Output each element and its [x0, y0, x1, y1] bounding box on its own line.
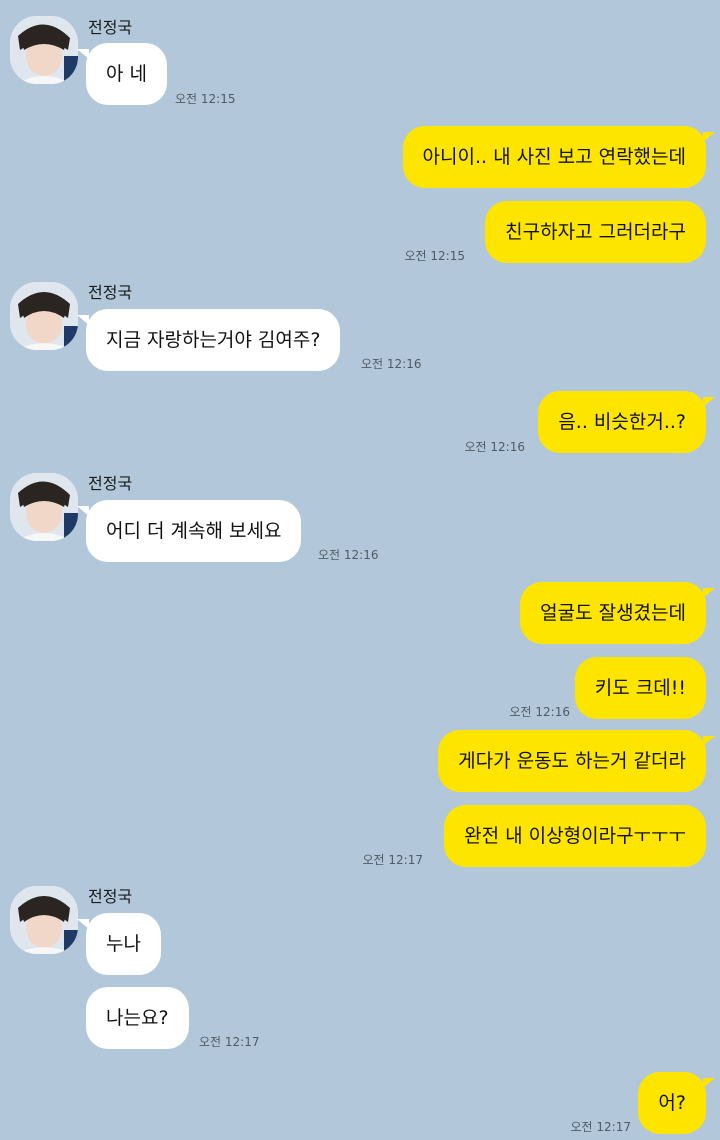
sender-name: 전정국 [88, 18, 133, 37]
message-time: 오전 12:17 [570, 1120, 631, 1134]
message-time: 오전 12:15 [404, 249, 465, 263]
message-bubble[interactable]: 아니이.. 내 사진 보고 연락했는데 [402, 126, 716, 188]
message-bubble[interactable]: 아 네 [77, 43, 167, 105]
message-time: 오전 12:17 [199, 1035, 260, 1049]
message-time: 오전 12:16 [318, 548, 379, 562]
sender-name: 전정국 [88, 283, 133, 302]
message-bubble[interactable]: 어? [638, 1072, 715, 1134]
message-time: 오전 12:17 [362, 853, 423, 867]
message-bubble[interactable]: 지금 자랑하는거야 김여주? [76, 309, 341, 371]
message-bubble[interactable]: 어디 더 계속해 보세요 [76, 500, 302, 562]
message-bubble[interactable]: 얼굴도 잘생겼는데 [520, 582, 715, 644]
message-bubble[interactable]: 키도 크데!! [574, 657, 706, 719]
message-bubble[interactable]: 음.. 비슷한거..? [538, 391, 715, 453]
message-time: 오전 12:16 [464, 440, 525, 454]
message-bubble[interactable]: 나는요? [86, 987, 189, 1049]
sender-name: 전정국 [88, 887, 133, 906]
avatar[interactable] [10, 473, 78, 541]
sender-name: 전정국 [88, 474, 133, 493]
message-bubble[interactable]: 완전 내 이상형이라구ㅜㅜㅜ [444, 805, 706, 867]
avatar[interactable] [10, 16, 78, 84]
message-time: 오전 12:16 [509, 705, 570, 719]
message-bubble[interactable]: 게다가 운동도 하는거 같더라 [438, 730, 715, 792]
avatar[interactable] [10, 886, 78, 954]
message-time: 오전 12:15 [175, 92, 236, 106]
message-bubble[interactable]: 누나 [77, 913, 161, 975]
message-time: 오전 12:16 [361, 357, 422, 371]
message-bubble[interactable]: 친구하자고 그러더라구 [485, 201, 706, 263]
avatar[interactable] [10, 282, 78, 350]
